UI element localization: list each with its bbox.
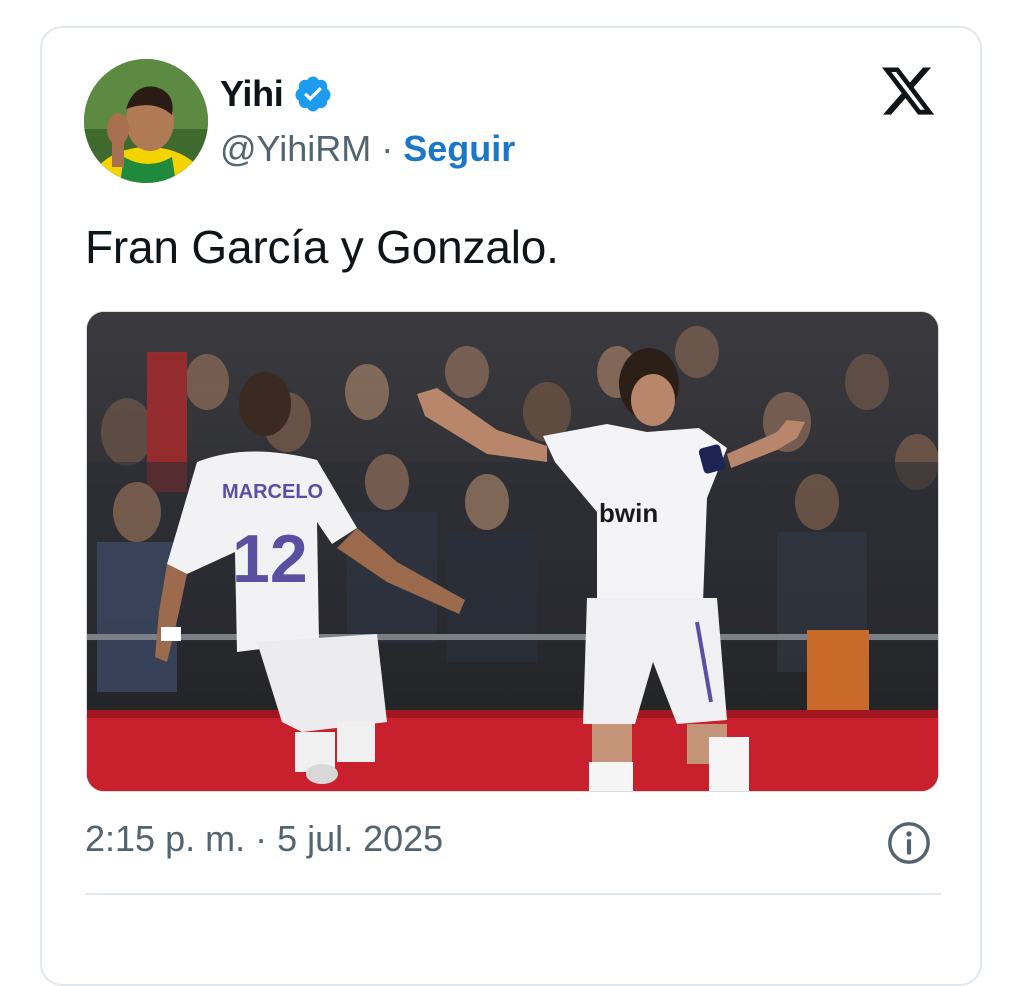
tweet-timestamp[interactable]: 2:15 p. m. · 5 jul. 2025 [85,818,443,860]
jersey-name: MARCELO [222,481,323,503]
separator: · [381,128,394,169]
follow-button[interactable]: Seguir [403,128,515,170]
x-logo-icon[interactable] [878,62,938,120]
divider [85,893,941,895]
author-display-name[interactable]: Yihi [220,73,284,115]
tweet-text: Fran García y Gonzalo. [85,221,559,273]
author-handle-row: @YihiRM · Seguir [220,128,515,170]
tweet-photo[interactable]: MARCELO 12 bwin [86,311,939,792]
jersey-number: 12 [232,521,308,597]
verified-badge-icon [295,76,331,112]
author-name-row: Yihi [220,73,333,115]
author-handle[interactable]: @YihiRM [220,128,371,170]
jersey-sponsor: bwin [599,498,658,528]
avatar[interactable] [84,59,208,183]
info-icon[interactable] [886,820,932,866]
